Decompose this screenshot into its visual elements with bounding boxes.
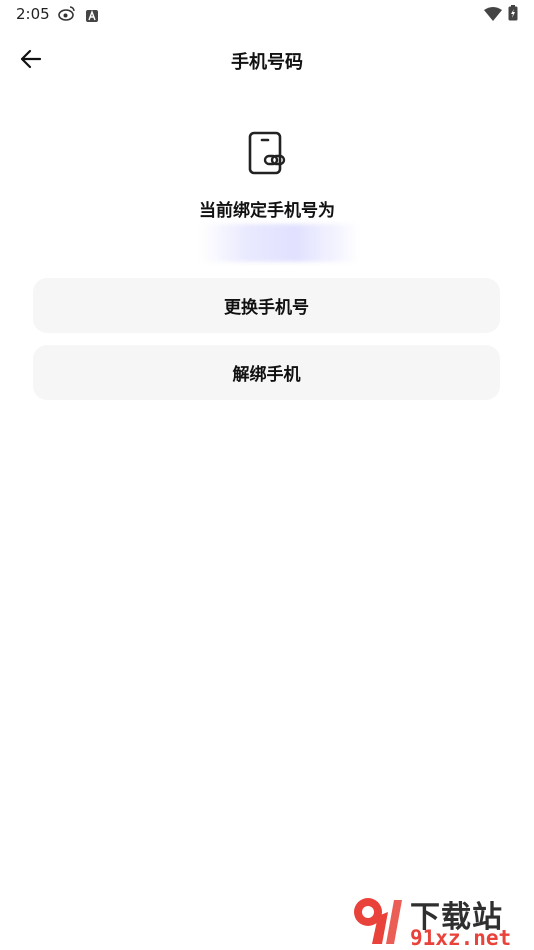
battery-charging-icon: [508, 5, 518, 25]
change-phone-button[interactable]: 更换手机号: [33, 278, 500, 333]
watermark: 下载站 91xz.net: [350, 892, 530, 950]
bound-phone-label: 当前绑定手机号为: [199, 201, 335, 221]
phone-link-icon: [244, 130, 288, 176]
page-title: 手机号码: [231, 52, 303, 73]
unbind-phone-button[interactable]: 解绑手机: [33, 345, 500, 400]
status-time: 2:05: [16, 5, 50, 23]
notification-a-icon: [86, 7, 98, 26]
watermark-url: 91xz.net: [410, 926, 512, 950]
app-bar: 手机号码: [0, 36, 534, 84]
masked-phone-number: [200, 224, 360, 262]
wifi-icon: [484, 6, 502, 25]
status-bar: 2:05: [0, 0, 534, 28]
weibo-icon: [58, 5, 76, 25]
watermark-logo-icon: [350, 894, 412, 946]
